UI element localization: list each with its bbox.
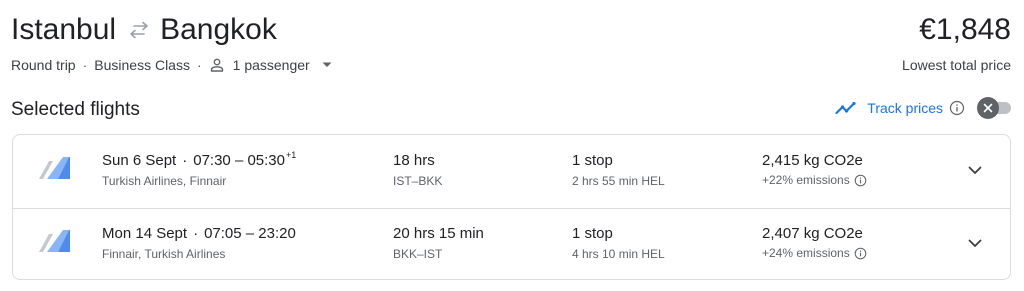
track-prices-toggle[interactable] xyxy=(977,97,1011,119)
chevron-down-icon[interactable] xyxy=(965,233,985,253)
track-prices-label[interactable]: Track prices xyxy=(867,100,943,116)
track-prices: Track prices xyxy=(834,96,1011,120)
chevron-down-icon[interactable] xyxy=(965,160,985,180)
emissions-delta-label: +24% emissions xyxy=(762,246,850,260)
price-caption: Lowest total price xyxy=(902,57,1011,73)
flight-date: Sun 6 Sept xyxy=(102,152,177,169)
swap-arrows-icon xyxy=(122,15,156,45)
selected-flights-card: Sun 6 Sept · 07:30 – 05:30+1 Turkish Airli… xyxy=(12,134,1011,280)
trip-options: Round trip · Business Class · 1 passenge… xyxy=(11,56,334,74)
flight-time-range: 07:05 – 23:20 xyxy=(204,225,296,242)
route-title: Istanbul Bangkok xyxy=(11,10,277,50)
toggle-knob xyxy=(977,97,999,119)
total-price: €1,848 xyxy=(919,13,1011,46)
co2-emissions: 2,407 kg CO2e xyxy=(762,225,863,242)
separator-dot: · xyxy=(193,225,199,242)
co2-emissions: 2,415 kg CO2e xyxy=(762,152,863,169)
stop-count: 1 stop xyxy=(572,152,613,169)
info-icon[interactable] xyxy=(854,247,867,260)
airport-codes: BKK–IST xyxy=(393,247,443,261)
flight-time-range: 07:30 – 05:30 xyxy=(193,152,285,169)
separator-dot: · xyxy=(196,57,202,73)
emissions-delta: +22% emissions xyxy=(762,172,867,188)
layover-info: 4 hrs 10 min HEL xyxy=(572,247,665,261)
flight-summary-page: Istanbul Bangkok €1,848 Lowest total pri… xyxy=(0,0,1024,291)
layover-info: 2 hrs 55 min HEL xyxy=(572,174,665,188)
airline-logo xyxy=(38,228,72,256)
stop-count: 1 stop xyxy=(572,225,613,242)
flight-row-return[interactable]: Mon 14 Sept · 07:05 – 23:20 Finnair, Turki… xyxy=(13,208,1010,279)
flight-times: Sun 6 Sept · 07:30 – 05:30+1 xyxy=(102,151,296,171)
flight-date: Mon 14 Sept xyxy=(102,225,188,242)
cabin-class: Business Class xyxy=(94,57,190,73)
operating-airlines: Finnair, Turkish Airlines xyxy=(102,247,226,261)
person-icon xyxy=(209,57,225,73)
separator-dot: · xyxy=(182,152,188,169)
flight-times: Mon 14 Sept · 07:05 – 23:20 xyxy=(102,224,296,244)
airport-codes: IST–BKK xyxy=(393,174,443,188)
operating-airlines: Turkish Airlines, Finnair xyxy=(102,174,227,188)
passenger-count: 1 passenger xyxy=(232,57,310,73)
selected-flights-heading: Selected flights xyxy=(11,99,140,120)
close-icon xyxy=(983,103,993,113)
flight-duration: 20 hrs 15 min xyxy=(393,225,484,242)
emissions-delta-label: +22% emissions xyxy=(762,173,850,187)
origin-city: Istanbul xyxy=(11,13,117,46)
airline-logo xyxy=(38,155,72,183)
info-icon[interactable] xyxy=(854,174,867,187)
caret-down-icon xyxy=(320,58,334,72)
separator-dot: · xyxy=(82,57,88,73)
info-icon[interactable] xyxy=(949,100,965,116)
day-offset: +1 xyxy=(286,150,297,160)
passenger-selector[interactable]: 1 passenger xyxy=(209,56,334,74)
trip-type: Round trip xyxy=(11,57,76,73)
destination-city: Bangkok xyxy=(160,13,277,46)
flight-row-outbound[interactable]: Sun 6 Sept · 07:30 – 05:30+1 Turkish Airli… xyxy=(13,135,1010,209)
trending-icon xyxy=(834,96,858,120)
emissions-delta: +24% emissions xyxy=(762,245,867,261)
flight-duration: 18 hrs xyxy=(393,152,435,169)
